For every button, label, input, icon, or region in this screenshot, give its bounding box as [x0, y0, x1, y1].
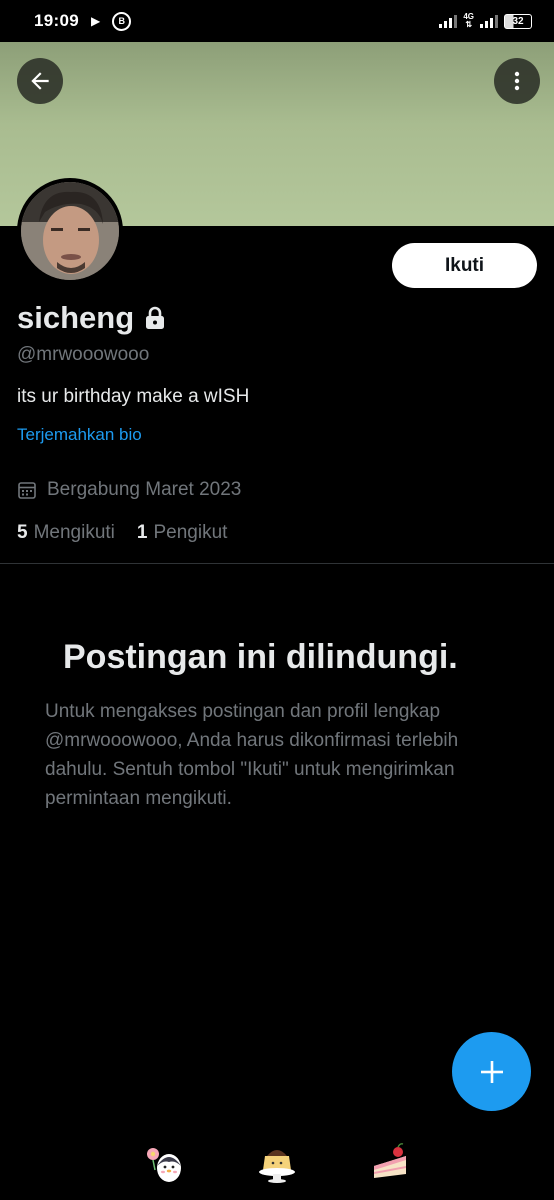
profile-bio: its ur birthday make a wISH [17, 386, 250, 407]
following-label: Mengikuti [33, 522, 115, 543]
translate-bio-link[interactable]: Terjemahkan bio [17, 425, 142, 445]
status-bar: 19:09 ▶ B 4G ⇅ 32 [0, 0, 554, 42]
wifi-signal-icon [439, 14, 458, 28]
cell-signal-icon [480, 14, 498, 28]
profile-avatar[interactable] [17, 178, 123, 284]
b-notification-icon: B [112, 11, 132, 31]
compose-button[interactable] [452, 1032, 531, 1111]
plus-icon [480, 1060, 503, 1083]
following-stat[interactable]: 5 Mengikuti [17, 522, 115, 544]
followers-stat[interactable]: 1 Pengikut [137, 522, 228, 544]
followers-count: 1 [136, 522, 148, 543]
network-type: 4G ⇅ [463, 12, 474, 29]
penguin-sticker-icon [147, 1148, 181, 1182]
cake-sticker-icon [374, 1143, 406, 1178]
status-time: 19:09 [34, 11, 79, 30]
back-button[interactable] [17, 58, 63, 104]
profile-handle: @mrwooowooo [17, 344, 150, 365]
play-notification-icon: ▶ [90, 14, 101, 28]
battery-level: 32 [512, 15, 524, 27]
protected-body: Untuk mengakses postingan dan profil len… [45, 701, 459, 809]
profile-name: sicheng [17, 300, 135, 335]
lock-icon [146, 306, 165, 329]
followers-label: Pengikut [153, 522, 228, 543]
bottom-sticker-row [0, 1140, 554, 1190]
arrow-left-icon [31, 72, 49, 90]
pudding-sticker-icon [259, 1150, 295, 1183]
battery-icon: 32 [504, 13, 532, 29]
protected-title: Postingan ini dilindungi. [63, 638, 458, 676]
more-vertical-icon [514, 71, 520, 91]
joined-text: Bergabung Maret 2023 [47, 479, 242, 500]
profile-name-row: sicheng [17, 300, 166, 336]
following-count: 5 [17, 522, 28, 543]
follow-stats: 5 Mengikuti 1 Pengikut [17, 522, 227, 544]
divider [0, 563, 554, 564]
more-options-button[interactable] [494, 58, 540, 104]
calendar-icon [18, 482, 36, 499]
follow-button[interactable]: Ikuti [392, 243, 537, 288]
avatar-photo [21, 182, 119, 280]
joined-date: Bergabung Maret 2023 [17, 479, 241, 501]
